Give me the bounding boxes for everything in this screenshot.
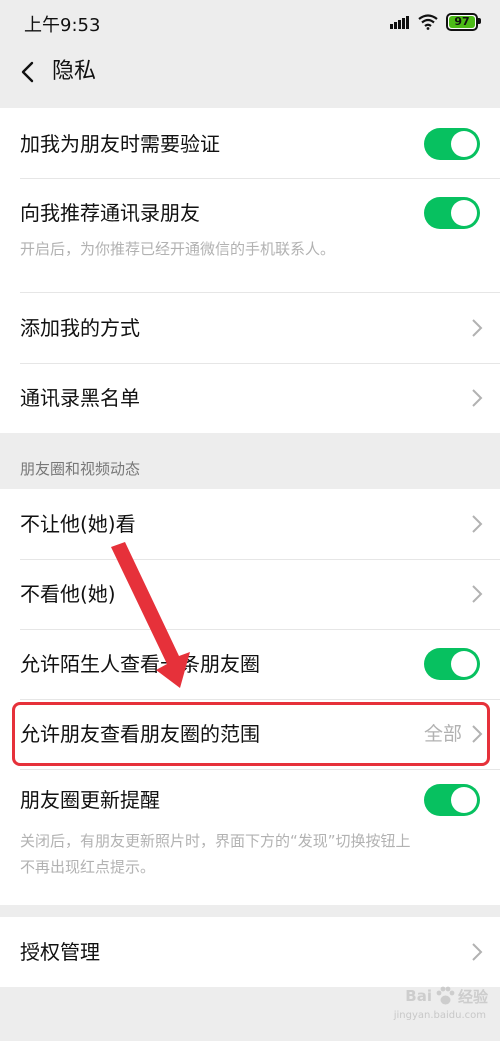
back-icon[interactable]: [14, 57, 44, 87]
chevron-right-icon: [472, 319, 483, 337]
row-add-methods[interactable]: 添加我的方式: [0, 293, 500, 363]
status-time: 上午9:53: [24, 15, 101, 36]
row-label: 不让他(她)看: [20, 512, 136, 536]
status-bar: 上午9:53 97: [0, 0, 500, 45]
recommend-contacts-toggle[interactable]: [424, 197, 480, 229]
chevron-right-icon: [472, 585, 483, 603]
row-label: 不看他(她): [20, 582, 116, 606]
row-recommend-contacts[interactable]: 向我推荐通讯录朋友 开启后，为你推荐已经开通微信的手机联系人。: [0, 179, 500, 292]
update-reminder-toggle[interactable]: [424, 784, 480, 816]
row-label: 通讯录黑名单: [20, 386, 140, 410]
row-description: 不再出现红点提示。: [20, 858, 156, 876]
section-header-moments: 朋友圈和视频动态: [20, 460, 141, 478]
row-description: 开启后，为你推荐已经开通微信的手机联系人。: [20, 240, 336, 258]
row-label: 允许陌生人查看十条朋友圈: [20, 652, 260, 676]
row-update-reminder[interactable]: 朋友圈更新提醒 关闭后，有朋友更新照片时，界面下方的“发现”切换按钮上 不再出现…: [0, 770, 500, 905]
watermark-logo: Bai 经验: [405, 985, 488, 1007]
settings-group-moments: 不让他(她)看 不看他(她) 允许陌生人查看十条朋友圈 允许朋友查看朋友圈的范围…: [0, 489, 500, 905]
chevron-right-icon: [472, 943, 483, 961]
paw-icon: [436, 986, 455, 1005]
signal-icon: [390, 16, 409, 29]
battery-level: 97: [454, 15, 470, 28]
row-blacklist[interactable]: 通讯录黑名单: [0, 364, 500, 433]
row-strangers-view[interactable]: 允许陌生人查看十条朋友圈: [0, 630, 500, 699]
friend-verification-toggle[interactable]: [424, 128, 480, 160]
row-label: 授权管理: [20, 940, 100, 964]
row-label: 允许朋友查看朋友圈的范围: [20, 722, 260, 746]
chevron-right-icon: [472, 725, 483, 743]
row-authorization[interactable]: 授权管理: [0, 917, 500, 987]
settings-group-friends: 加我为朋友时需要验证 向我推荐通讯录朋友 开启后，为你推荐已经开通微信的手机联系…: [0, 108, 500, 433]
chevron-right-icon: [472, 515, 483, 533]
row-label: 添加我的方式: [20, 316, 140, 340]
range-value: 全部: [423, 723, 462, 745]
row-moments-range[interactable]: 允许朋友查看朋友圈的范围 全部: [0, 700, 500, 769]
page-title: 隐私: [52, 59, 97, 84]
strangers-view-toggle[interactable]: [424, 648, 480, 680]
row-hide-from[interactable]: 不让他(她)看: [0, 489, 500, 559]
row-label: 加我为朋友时需要验证: [20, 132, 220, 156]
watermark-brand-2: 经验: [457, 987, 488, 1006]
row-dont-see[interactable]: 不看他(她): [0, 560, 500, 629]
status-icons: 97: [390, 13, 481, 31]
row-label: 向我推荐通讯录朋友: [20, 201, 200, 225]
watermark-url: jingyan.baidu.com: [393, 1010, 486, 1021]
row-description: 关闭后，有朋友更新照片时，界面下方的“发现”切换按钮上: [20, 832, 411, 850]
watermark-brand: Bai: [405, 987, 432, 1005]
chevron-right-icon: [472, 389, 483, 407]
settings-group-auth: 授权管理: [0, 917, 500, 987]
wifi-icon: [418, 14, 438, 30]
row-friend-verification[interactable]: 加我为朋友时需要验证: [0, 108, 500, 178]
row-label: 朋友圈更新提醒: [20, 788, 160, 812]
nav-bar: 隐私: [0, 45, 500, 107]
battery-icon: 97: [446, 13, 481, 31]
